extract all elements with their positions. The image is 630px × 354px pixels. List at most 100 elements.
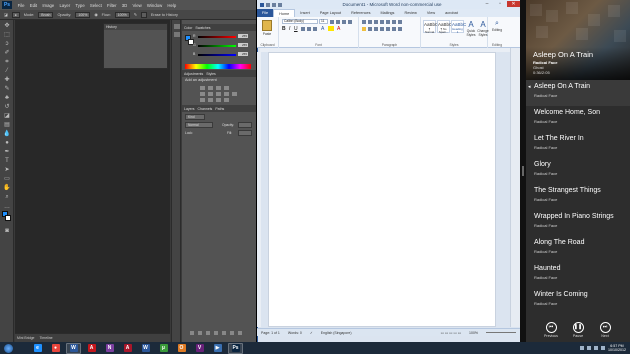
document-page[interactable] [268, 52, 496, 327]
adjustment-layer-icon[interactable] [214, 331, 218, 335]
taskbar-torrent-button[interactable]: µ [156, 343, 171, 354]
decrease-indent-icon[interactable] [380, 20, 384, 24]
style-no-spacing[interactable]: AaBbCcDc ¶ No Spaci... [437, 20, 460, 34]
align-right-icon[interactable] [374, 27, 378, 31]
underline-button[interactable]: U [294, 26, 298, 32]
opacity-field[interactable]: 100% [75, 11, 91, 18]
taskbar-acrobat-pro-button[interactable]: A [120, 343, 135, 354]
highlight-color-button[interactable] [328, 26, 334, 31]
brush-tool-icon[interactable]: ✎ [3, 86, 11, 93]
move-tool-icon[interactable]: ✥ [3, 23, 11, 30]
color-spectrum-bar[interactable] [185, 64, 251, 69]
increase-indent-icon[interactable] [386, 20, 390, 24]
hand-tool-icon[interactable]: ✋ [3, 185, 11, 192]
ps-menu-help[interactable]: Help [165, 3, 179, 8]
sort-icon[interactable] [392, 20, 396, 24]
word-count[interactable]: Words: 0 [288, 331, 302, 335]
list-item[interactable]: ◂ Asleep On A Train Radical Face [526, 80, 630, 106]
tab-layers[interactable]: Layers [184, 107, 195, 111]
word-logo-icon[interactable] [260, 2, 264, 7]
mode-select[interactable]: Brush [38, 11, 54, 18]
multilevel-list-icon[interactable] [374, 20, 378, 24]
tab-file[interactable]: File [257, 9, 274, 17]
view-buttons[interactable]: ▭ ▭ ▭ ▭ ▭ [441, 331, 461, 335]
clear-formatting-icon[interactable] [348, 20, 352, 24]
list-item[interactable]: Winter Is Coming Radical Face [526, 288, 630, 314]
history-brush-tool-icon[interactable]: ↺ [3, 104, 11, 111]
taskbar-chrome-button[interactable]: ● [48, 343, 63, 354]
taskbar-outlook-button[interactable]: O [174, 343, 189, 354]
list-item[interactable]: Welcome Home, Son Radical Face [526, 106, 630, 132]
taskbar-visual-studio-button[interactable]: V [192, 343, 207, 354]
path-select-tool-icon[interactable]: ➤ [3, 167, 11, 174]
bold-button[interactable]: B [282, 26, 286, 32]
ps-menu-window[interactable]: Window [144, 3, 164, 8]
layers-fill-field[interactable] [238, 130, 252, 136]
vibrance-adjust-icon[interactable] [200, 92, 205, 96]
quick-mask-icon[interactable]: ◙ [3, 228, 11, 235]
italic-button[interactable]: I [289, 26, 290, 32]
erase-to-history-checkbox[interactable] [140, 11, 147, 18]
list-item[interactable]: Glory Radical Face [526, 158, 630, 184]
green-slider[interactable] [198, 45, 236, 47]
ps-menu-view[interactable]: View [130, 3, 144, 8]
blue-slider[interactable] [198, 54, 236, 56]
network-icon[interactable] [587, 346, 591, 350]
close-button[interactable]: ✕ [507, 1, 520, 7]
taskbar-acrobat-button[interactable]: A [84, 343, 99, 354]
language-indicator[interactable]: English (Singapore) [321, 331, 352, 335]
redo-icon[interactable] [278, 2, 282, 7]
healing-tool-icon[interactable]: ✚ [3, 77, 11, 84]
new-group-icon[interactable] [222, 331, 226, 335]
list-item[interactable]: The Strangest Things Radical Face [526, 184, 630, 210]
clone-stamp-tool-icon[interactable]: ♣ [3, 95, 11, 102]
font-size-select[interactable]: 11 [319, 19, 328, 24]
airbrush-icon[interactable]: ✎ [134, 12, 137, 17]
more-tools-icon[interactable]: … [3, 204, 11, 211]
tab-mini-bridge[interactable]: Mini Bridge [17, 336, 35, 340]
ps-menu-image[interactable]: Image [40, 3, 57, 8]
gradient-tool-icon[interactable]: ▤ [3, 122, 11, 129]
tab-styles[interactable]: Styles [206, 72, 216, 76]
history-panel-icon[interactable] [174, 24, 180, 29]
tab-references[interactable]: References [346, 11, 375, 15]
taskbar-ie-button[interactable]: e [30, 343, 45, 354]
eyedropper-tool-icon[interactable]: ⁄ [3, 68, 11, 75]
blue-value-field[interactable]: 255 [238, 52, 248, 56]
levels-adjust-icon[interactable] [208, 86, 213, 90]
vertical-ruler[interactable] [257, 52, 261, 327]
previous-button[interactable]: ⏮ Previous [538, 322, 564, 338]
layer-kind-filter[interactable]: Kind [185, 114, 205, 120]
type-tool-icon[interactable]: T [3, 158, 11, 165]
next-button[interactable]: ⏭ Next [592, 322, 618, 338]
page-count[interactable]: Page: 1 of 1 [261, 331, 280, 335]
bullets-icon[interactable] [362, 20, 366, 24]
tab-review[interactable]: Review [399, 11, 421, 15]
tab-view[interactable]: View [422, 11, 440, 15]
tab-mailings[interactable]: Mailings [376, 11, 400, 15]
line-spacing-icon[interactable] [386, 27, 390, 31]
show-marks-icon[interactable] [398, 20, 402, 24]
hue-saturation-adjust-icon[interactable] [208, 92, 213, 96]
eraser-tool-icon[interactable]: ◪ [3, 113, 11, 120]
quick-select-tool-icon[interactable]: ✐ [3, 50, 11, 57]
undo-icon[interactable] [272, 2, 276, 7]
tab-color[interactable]: Color [184, 26, 192, 30]
paste-icon[interactable] [262, 20, 272, 31]
volume-icon[interactable] [594, 346, 598, 350]
ps-menu-layer[interactable]: Layer [57, 3, 73, 8]
eraser-tool-icon[interactable]: ◪ [4, 12, 8, 17]
zoom-slider[interactable] [486, 332, 516, 333]
threshold-adjust-icon[interactable] [216, 98, 221, 102]
tab-swatches[interactable]: Swatches [195, 26, 210, 30]
link-layers-icon[interactable] [190, 331, 194, 335]
font-name-select[interactable]: Calibri (Body) [282, 19, 318, 24]
layer-style-icon[interactable] [198, 331, 202, 335]
photo-filter-adjust-icon[interactable] [232, 92, 237, 96]
subscript-icon[interactable] [307, 27, 311, 31]
flow-field[interactable]: 100% [114, 11, 130, 18]
start-button[interactable] [0, 342, 16, 354]
marquee-tool-icon[interactable]: ⬚ [3, 32, 11, 39]
taskbar-word-2-button[interactable]: W [138, 343, 153, 354]
taskbar-word-button[interactable]: W [66, 342, 81, 354]
